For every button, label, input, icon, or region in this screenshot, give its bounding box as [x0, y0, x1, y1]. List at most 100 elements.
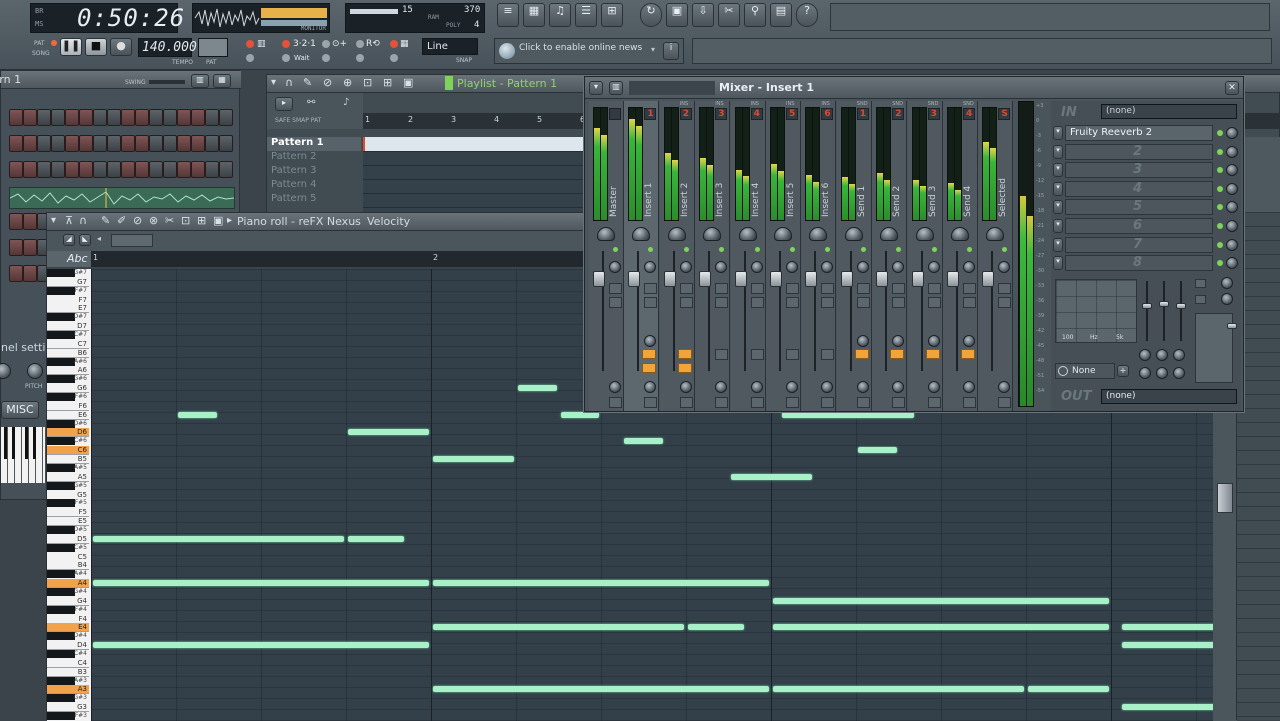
input-selector[interactable]: (none)	[1101, 104, 1237, 119]
step-button[interactable]	[205, 161, 219, 178]
fx-slot-enable-led[interactable]	[1217, 260, 1223, 267]
black-key[interactable]: C#7	[47, 331, 89, 340]
playlist-brush-icon[interactable]: ⊘	[323, 76, 332, 89]
track-pan-knob[interactable]	[774, 227, 792, 241]
slot-add-icon[interactable]: +	[1117, 365, 1129, 377]
track-eq-knob[interactable]	[715, 381, 728, 393]
track-route-button[interactable]	[715, 283, 729, 294]
document-icon[interactable]: ▤	[770, 3, 792, 27]
step-button[interactable]	[177, 161, 191, 178]
step-button[interactable]	[65, 161, 79, 178]
send-route-button[interactable]	[925, 349, 940, 359]
search-icon[interactable]: ⚲	[744, 3, 766, 27]
track-volume-fader[interactable]	[593, 271, 605, 287]
track-eq-knob[interactable]	[786, 381, 798, 393]
fx-slot-menu-icon[interactable]: ▾	[1053, 237, 1063, 252]
midi-note[interactable]	[348, 535, 404, 542]
track-mute-button[interactable]	[963, 397, 976, 408]
step-edit-led[interactable]	[322, 40, 330, 48]
white-key[interactable]: A3	[47, 685, 89, 695]
send-add-button[interactable]	[715, 349, 729, 360]
black-key[interactable]: C#6	[47, 437, 89, 446]
step-button[interactable]	[219, 135, 233, 152]
midi-note[interactable]	[93, 642, 429, 649]
midi-note[interactable]	[1121, 624, 1213, 631]
track-route-button[interactable]	[892, 283, 906, 294]
step-button[interactable]	[121, 161, 135, 178]
fx-slot-menu-icon[interactable]: ▾	[1053, 144, 1063, 159]
track-eq-knob[interactable]	[998, 381, 1011, 393]
white-key[interactable]: G7	[47, 277, 89, 287]
news-dropdown-icon[interactable]: ▾	[651, 45, 655, 54]
track-route-button[interactable]	[679, 283, 693, 294]
stereo-swap-button[interactable]	[1195, 279, 1206, 288]
countdown-icon[interactable]: 3·2·1	[293, 39, 316, 49]
track-swap-button[interactable]	[927, 297, 941, 308]
news-info-icon[interactable]: i	[663, 42, 679, 60]
piano-roll-magnet-icon[interactable]: ∩	[79, 214, 87, 227]
fx-slot-menu-icon[interactable]: ▾	[1053, 181, 1063, 196]
step-button[interactable]	[163, 161, 177, 178]
send-add-button[interactable]	[750, 349, 764, 360]
step-button[interactable]	[9, 239, 23, 256]
track-route-button[interactable]	[821, 283, 835, 294]
track-route-button[interactable]	[998, 283, 1012, 294]
eq-graph[interactable]: 100 Hz 5k	[1055, 279, 1137, 343]
step-button[interactable]	[65, 135, 79, 152]
fx-slot-mix-knob[interactable]	[1226, 201, 1238, 214]
track-pan-knob[interactable]	[632, 227, 651, 241]
white-key[interactable]: E6	[47, 410, 89, 420]
fx-slot-menu-icon[interactable]: ▾	[1053, 163, 1063, 178]
midi-note[interactable]	[178, 411, 217, 418]
track-volume-fader[interactable]	[663, 271, 676, 287]
piano-roll-zoom-icon[interactable]: ⊞	[197, 214, 206, 227]
mixer-close-icon[interactable]: ✕	[1225, 81, 1239, 95]
track-pan-knob[interactable]	[597, 227, 615, 241]
step-button[interactable]	[51, 135, 65, 152]
track-pan-knob[interactable]	[986, 227, 1005, 241]
mixer-track[interactable]: INS 2 Insert 2	[659, 101, 695, 411]
step-button[interactable]	[149, 161, 163, 178]
mixer-slot-dropdown[interactable]: None	[1055, 363, 1115, 379]
midi-note[interactable]	[93, 580, 429, 587]
playlist-play-icon[interactable]: ▣	[403, 76, 413, 89]
piano-roll-brush-icon[interactable]: ✐	[117, 214, 126, 227]
mixer-track[interactable]: INS 5 Insert 5	[766, 101, 801, 411]
fx-slot[interactable]: ▾ Fruity Reeverb 2	[1051, 125, 1241, 142]
midi-note[interactable]	[730, 473, 812, 480]
midi-note[interactable]	[1121, 642, 1213, 649]
save-icon[interactable]: ▣	[666, 3, 688, 27]
track-swap-button[interactable]	[679, 297, 693, 308]
black-key[interactable]: A#4	[47, 570, 89, 579]
track-swap-button[interactable]	[998, 297, 1012, 308]
step-button[interactable]	[9, 213, 23, 230]
eq-band-3-fader[interactable]	[1176, 303, 1186, 309]
misc-tab[interactable]: MISC	[1, 401, 39, 419]
playlist-link-icon[interactable]: ⚯	[307, 97, 315, 108]
eq-freq-knob-3[interactable]	[1173, 349, 1185, 361]
black-key[interactable]: C#5	[47, 543, 89, 552]
playlist-zoom-icon[interactable]: ⊞	[383, 76, 392, 89]
mini-keyboard[interactable]	[1, 427, 45, 483]
news-panel[interactable]: Click to enable online news ▾ i	[494, 38, 684, 64]
black-key[interactable]: F#5	[47, 499, 89, 508]
track-route-button[interactable]	[750, 283, 764, 294]
fx-slot[interactable]: ▾ 2	[1051, 143, 1241, 161]
fx-slot-empty-box[interactable]: 6	[1065, 218, 1213, 234]
track-route-button[interactable]	[644, 283, 658, 294]
black-key[interactable]: F#6	[47, 393, 89, 402]
step-button[interactable]	[23, 265, 37, 282]
slot-power-icon[interactable]	[1058, 366, 1068, 376]
send-level-knob[interactable]	[644, 335, 657, 347]
mixer-track[interactable]: SND 4 Send 4	[943, 101, 978, 411]
metronome-icon[interactable]: ▥	[257, 39, 266, 49]
track-mute-button[interactable]	[750, 397, 764, 408]
snap-selector[interactable]: Line	[422, 38, 478, 55]
track-swap-button[interactable]	[856, 297, 870, 308]
send-route-button[interactable]	[890, 349, 905, 359]
step-button[interactable]	[219, 161, 233, 178]
refresh-icon[interactable]: ↻	[640, 3, 662, 27]
track-route-button[interactable]	[609, 283, 622, 294]
send-route-button[interactable]	[854, 349, 869, 359]
track-eq-knob[interactable]	[892, 381, 905, 393]
